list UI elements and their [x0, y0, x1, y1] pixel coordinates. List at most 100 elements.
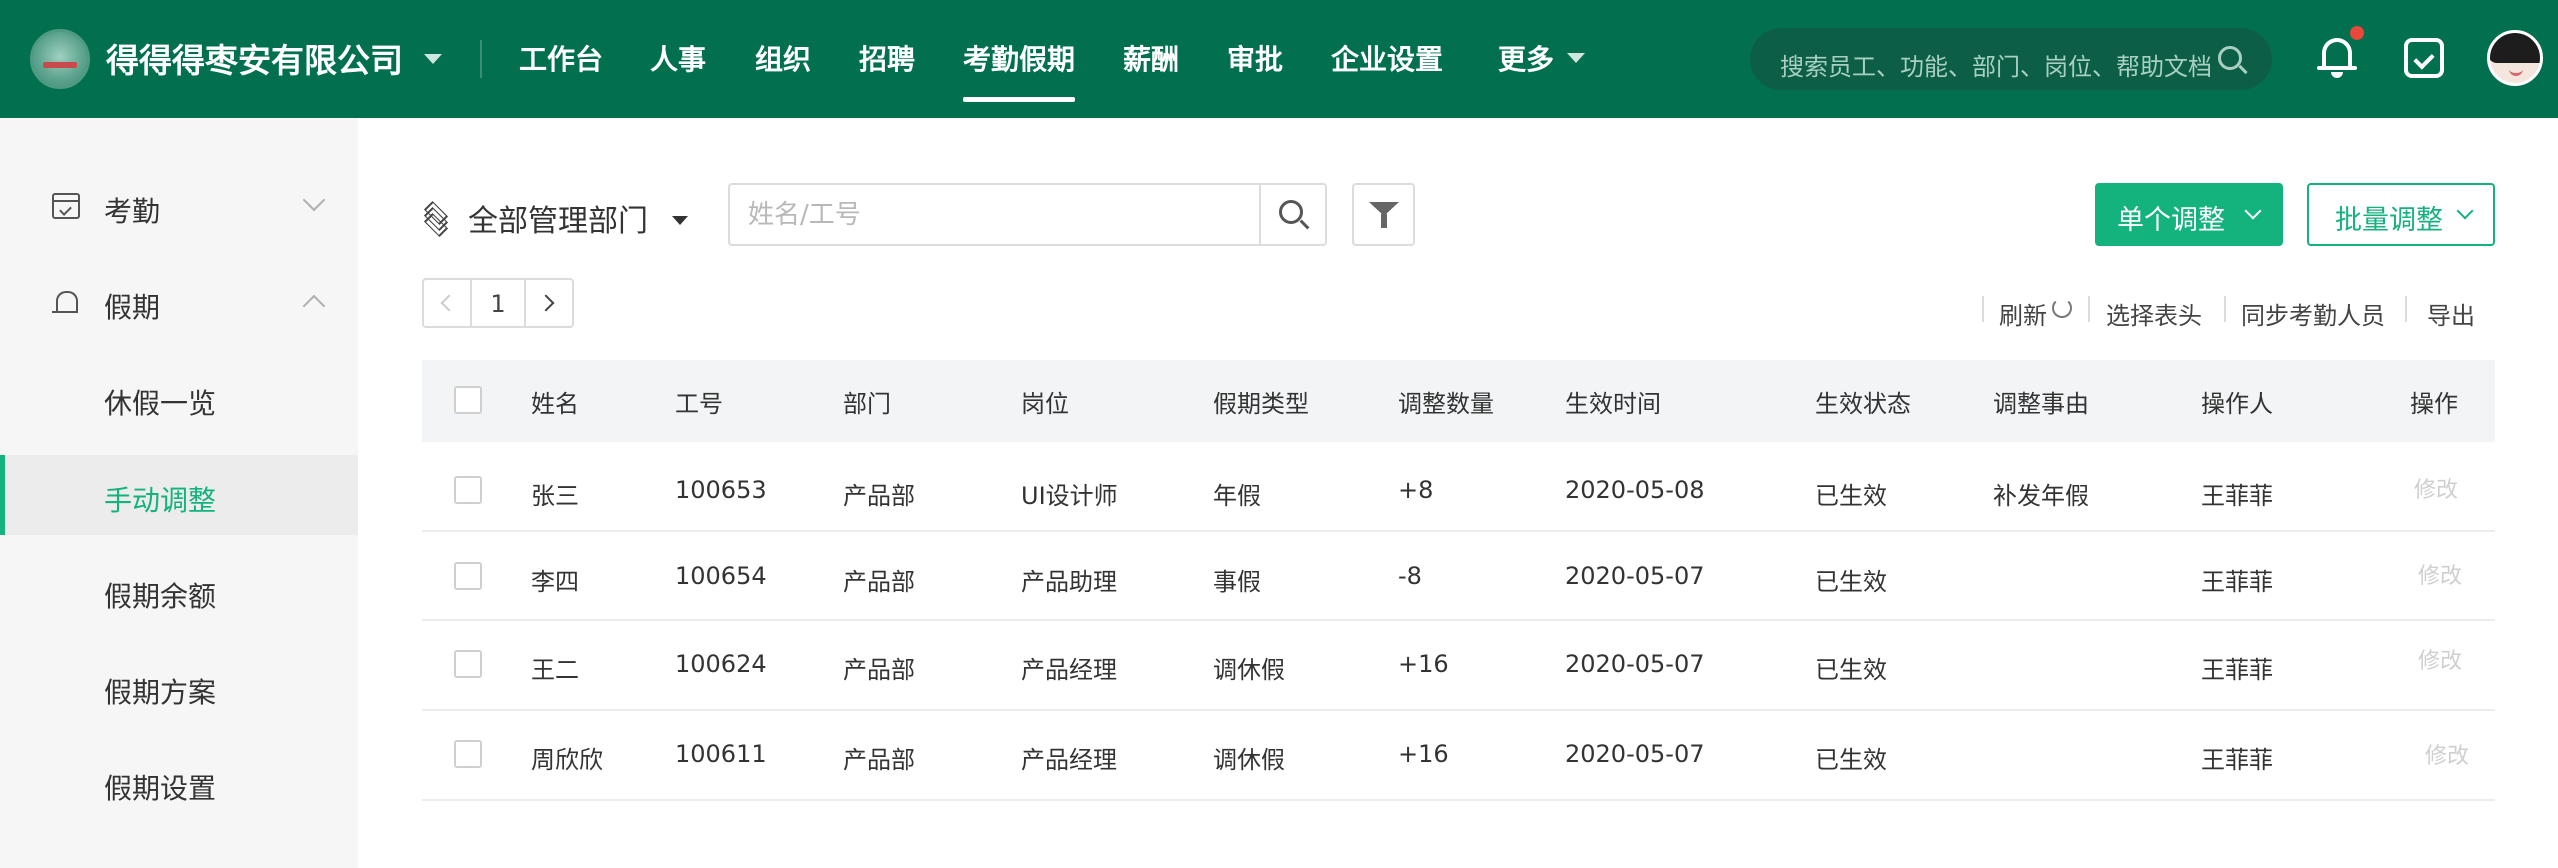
sidebar-item-label: 休假一览: [104, 387, 217, 420]
sidebar-item-label: 假期方案: [104, 676, 217, 709]
export-button[interactable]: 导出: [2427, 296, 2475, 331]
top-navigation-bar: 得得得枣安有限公司 工作台 人事 组织 招聘 考勤假期 薪酬 审批 企业设置 更…: [0, 0, 2558, 118]
cell-amount: +8: [1398, 476, 1434, 504]
nav-item-organization[interactable]: 组织: [755, 38, 811, 78]
nav-item-enterprise-settings[interactable]: 企业设置: [1331, 38, 1443, 78]
sidebar-item-leave-plan[interactable]: 假期方案: [0, 647, 358, 727]
batch-adjust-label: 批量调整: [2335, 205, 2443, 236]
edit-link[interactable]: 修改: [2418, 558, 2462, 590]
table-row[interactable]: 王二 100624 产品部 产品经理 调休假 +16 2020-05-07 已生…: [422, 621, 2495, 711]
edit-link[interactable]: 修改: [2425, 738, 2469, 770]
toolbar-divider: [2088, 296, 2090, 322]
cell-operator: 王菲菲: [2201, 568, 2273, 596]
notification-badge: [2348, 24, 2366, 42]
nav-item-payroll[interactable]: 薪酬: [1123, 38, 1179, 78]
company-caret-icon[interactable]: [424, 54, 442, 64]
sidebar-group-leave[interactable]: 假期: [0, 262, 358, 342]
refresh-button[interactable]: 刷新: [1999, 296, 2047, 331]
nav-item-recruiting[interactable]: 招聘: [859, 38, 915, 78]
sidebar-item-leave-settings[interactable]: 假期设置: [0, 743, 358, 823]
chevron-down-icon: [2456, 202, 2474, 220]
more-caret-icon[interactable]: [1567, 53, 1585, 63]
nav-item-attendance-leave[interactable]: 考勤假期: [963, 38, 1075, 78]
cell-name: 张三: [531, 482, 579, 510]
cell-type: 调休假: [1213, 746, 1285, 774]
column-header[interactable]: 操作人: [2201, 384, 2273, 419]
select-all-checkbox[interactable]: [454, 386, 482, 414]
cell-post: 产品助理: [1021, 568, 1117, 596]
chevron-up-icon[interactable]: [302, 294, 326, 318]
chevron-down-icon[interactable]: [302, 188, 326, 212]
column-header[interactable]: 调整事由: [1993, 384, 2089, 419]
message-icon[interactable]: [2404, 38, 2444, 78]
sidebar-item-leave-balance[interactable]: 假期余额: [0, 551, 358, 631]
cell-post: UI设计师: [1021, 482, 1118, 510]
search-icon[interactable]: [2218, 46, 2242, 70]
column-header[interactable]: 姓名: [531, 384, 579, 419]
cell-operator: 王菲菲: [2201, 482, 2273, 510]
cell-id: 100624: [675, 650, 767, 678]
row-checkbox[interactable]: [454, 650, 482, 678]
row-checkbox[interactable]: [454, 740, 482, 768]
cell-type: 年假: [1213, 482, 1261, 510]
global-search-input[interactable]: 搜索员工、功能、部门、岗位、帮助文档: [1750, 28, 2272, 90]
nav-item-workbench[interactable]: 工作台: [519, 38, 603, 78]
avatar[interactable]: [2487, 30, 2543, 86]
refresh-icon[interactable]: [2052, 298, 2072, 318]
cell-operator: 王菲菲: [2201, 746, 2273, 774]
sidebar-group-label: 假期: [104, 291, 161, 324]
column-header: 操作: [2410, 390, 2458, 418]
company-logo[interactable]: [30, 29, 90, 89]
batch-adjust-button[interactable]: 批量调整: [2307, 183, 2495, 246]
cell-operator: 王菲菲: [2201, 656, 2273, 684]
cell-status: 已生效: [1815, 568, 1887, 596]
bell-icon[interactable]: [2316, 24, 2366, 80]
column-header[interactable]: 生效时间: [1565, 384, 1661, 419]
cell-post: 产品经理: [1021, 656, 1117, 684]
column-header[interactable]: 工号: [675, 384, 723, 419]
next-page-button[interactable]: [524, 278, 574, 328]
column-header[interactable]: 生效状态: [1815, 384, 1911, 419]
column-header[interactable]: 调整数量: [1398, 384, 1494, 419]
column-header[interactable]: 部门: [843, 384, 891, 419]
column-header[interactable]: 岗位: [1021, 384, 1069, 419]
page-number[interactable]: 1: [470, 278, 526, 328]
single-adjust-button[interactable]: 单个调整: [2095, 183, 2283, 246]
cell-amount: +16: [1398, 740, 1449, 768]
cell-dept: 产品部: [843, 746, 915, 774]
single-adjust-label: 单个调整: [2117, 205, 2225, 236]
employee-search-input[interactable]: [748, 197, 1228, 233]
search-button[interactable]: [1259, 185, 1325, 244]
prev-page-button[interactable]: [422, 278, 472, 328]
cell-date: 2020-05-07: [1565, 650, 1705, 678]
cell-id: 100654: [675, 562, 767, 590]
row-checkbox[interactable]: [454, 562, 482, 590]
table-row[interactable]: 李四 100654 产品部 产品助理 事假 -8 2020-05-07 已生效 …: [422, 532, 2495, 621]
nav-item-approval[interactable]: 审批: [1227, 38, 1283, 78]
cell-status: 已生效: [1815, 746, 1887, 774]
edit-link[interactable]: 修改: [2418, 643, 2462, 675]
nav-divider: [480, 40, 482, 78]
filter-button[interactable]: [1352, 183, 1415, 246]
table-row[interactable]: 张三 100653 产品部 UI设计师 年假 +8 2020-05-08 已生效…: [422, 442, 2495, 532]
cell-name: 王二: [531, 656, 579, 684]
filter-icon: [1369, 202, 1399, 228]
table-header: 姓名 工号 部门 岗位 假期类型 调整数量 生效时间 生效状态 调整事由 操作人…: [422, 360, 2495, 442]
column-header[interactable]: 假期类型: [1213, 384, 1309, 419]
cell-type: 调休假: [1213, 656, 1285, 684]
page-number-label: 1: [490, 290, 506, 318]
edit-link[interactable]: 修改: [2414, 472, 2458, 504]
row-checkbox[interactable]: [454, 476, 482, 504]
nav-item-personnel[interactable]: 人事: [650, 38, 706, 78]
cell-id: 100611: [675, 740, 767, 768]
sync-attendance-button[interactable]: 同步考勤人员: [2241, 296, 2385, 331]
table-row[interactable]: 周欣欣 100611 产品部 产品经理 调休假 +16 2020-05-07 已…: [422, 711, 2495, 801]
toolbar-divider: [2224, 296, 2226, 322]
company-name[interactable]: 得得得枣安有限公司: [106, 34, 403, 82]
sidebar-group-attendance[interactable]: 考勤: [0, 166, 358, 246]
choose-columns-button[interactable]: 选择表头: [2106, 296, 2202, 331]
cell-post: 产品经理: [1021, 746, 1117, 774]
sidebar-item-manual-adjust[interactable]: 手动调整: [0, 455, 358, 535]
nav-item-more[interactable]: 更多: [1498, 38, 1554, 78]
sidebar-item-leave-overview[interactable]: 休假一览: [0, 358, 358, 438]
